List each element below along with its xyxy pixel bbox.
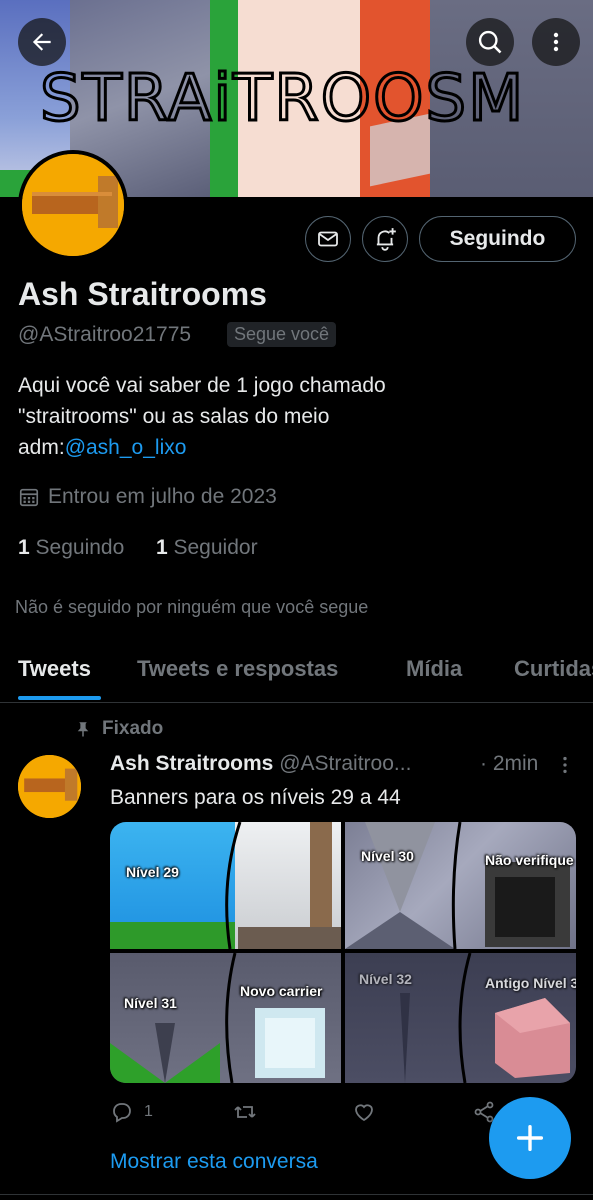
media-tile[interactable]: Nível 30 Não verifique	[345, 822, 576, 949]
message-button[interactable]	[305, 216, 351, 262]
tweet-more-button[interactable]	[559, 754, 571, 781]
compose-tweet-button[interactable]	[489, 1097, 571, 1179]
media-label: Antigo Nível 32	[485, 975, 576, 991]
media-tile[interactable]: Nível 29	[110, 822, 341, 949]
pinned-label: Fixado	[74, 718, 163, 740]
tweet-time: · 2min	[480, 752, 539, 775]
media-label: Novo carrier	[240, 983, 323, 999]
hallway-lines	[345, 822, 570, 949]
banner-handwriting: STRAiTROOSM	[40, 61, 525, 138]
profile-name: Ash Straitrooms	[18, 276, 267, 312]
calendar-icon	[19, 488, 39, 507]
back-arrow-icon	[32, 33, 51, 51]
search-icon	[478, 30, 502, 54]
tweet-avatar[interactable]	[18, 755, 81, 818]
search-button[interactable]	[466, 18, 514, 66]
notifications-button[interactable]	[362, 216, 408, 262]
bio-line: "straitrooms" ou as salas do meio	[18, 405, 330, 428]
follows-you-badge: Segue você	[227, 322, 337, 347]
retweet-icon	[234, 1106, 256, 1118]
svg-text:STRAiTROOSM: STRAiTROOSM	[40, 62, 525, 136]
bio-mention-link[interactable]: @ash_o_lixo	[65, 436, 187, 459]
tweet-header: Ash Straitrooms @AStraitroo...	[110, 752, 411, 776]
media-tile[interactable]: Nível 32 Antigo Nível 32	[345, 953, 576, 1083]
bio-line: adm:	[18, 436, 65, 459]
tweet-author-handle: @AStraitroo...	[279, 752, 412, 775]
divider	[0, 702, 593, 703]
reply-count: 1	[144, 1103, 153, 1120]
media-label: Nível 30	[361, 848, 414, 864]
profile-handle: @AStraitroo21775	[18, 323, 192, 346]
show-conversation-link[interactable]: Mostrar esta conversa	[110, 1150, 318, 1174]
profile-bio: Aqui você vai saber de 1 jogo chamado "s…	[18, 370, 578, 463]
bell-plus-icon	[376, 228, 396, 251]
active-tab-indicator	[18, 696, 101, 700]
retweet-button[interactable]	[232, 1100, 258, 1124]
joined-text: Entrou em julho de 2023	[48, 485, 277, 508]
hallway-lines	[110, 953, 325, 1083]
like-button[interactable]	[352, 1100, 376, 1124]
tweet-media-grid[interactable]: Nível 29 Nível 30 Não verifique Nível 31…	[110, 822, 576, 1083]
followers-count-link[interactable]: 1 Seguidor	[156, 536, 258, 559]
following-button[interactable]: Seguindo	[419, 216, 576, 262]
following-count-link[interactable]: 1 Seguindo	[18, 536, 124, 559]
reply-icon	[113, 1103, 131, 1123]
mail-icon	[318, 231, 338, 247]
more-vertical-icon	[553, 32, 559, 52]
divider-curve	[225, 822, 242, 949]
reply-button[interactable]: 1	[110, 1100, 153, 1124]
divider	[0, 1194, 593, 1195]
plus-icon	[516, 1124, 544, 1152]
media-label: Não verifique	[485, 852, 574, 868]
bio-line: Aqui você vai saber de 1 jogo chamado	[18, 374, 386, 397]
tab-media[interactable]: Mídia	[406, 656, 462, 682]
media-tile[interactable]: Nível 31 Novo carrier	[110, 953, 341, 1083]
avatar-image	[18, 755, 81, 818]
follow-counts: 1 Seguindo 1 Seguidor	[18, 536, 258, 560]
tweet-author-name[interactable]: Ash Straitrooms	[110, 752, 273, 775]
media-label: Nível 32	[359, 971, 412, 987]
like-icon	[355, 1104, 373, 1122]
tab-likes[interactable]: Curtidas	[514, 656, 593, 682]
tab-tweets[interactable]: Tweets	[18, 656, 91, 682]
pin-icon	[77, 722, 89, 737]
profile-avatar[interactable]	[18, 150, 128, 260]
media-label: Nível 31	[124, 995, 177, 1011]
joined-date: Entrou em julho de 2023	[18, 485, 277, 509]
mutual-followers-note: Não é seguido por ninguém que você segue	[15, 597, 369, 617]
more-vertical-icon	[563, 756, 567, 774]
media-label: Nível 29	[126, 864, 179, 880]
back-button[interactable]	[18, 18, 66, 66]
more-options-button[interactable]	[532, 18, 580, 66]
avatar-image	[22, 154, 124, 256]
tab-tweets-replies[interactable]: Tweets e respostas	[137, 656, 338, 682]
tweet-text: Banners para os níveis 29 a 44	[110, 786, 401, 809]
